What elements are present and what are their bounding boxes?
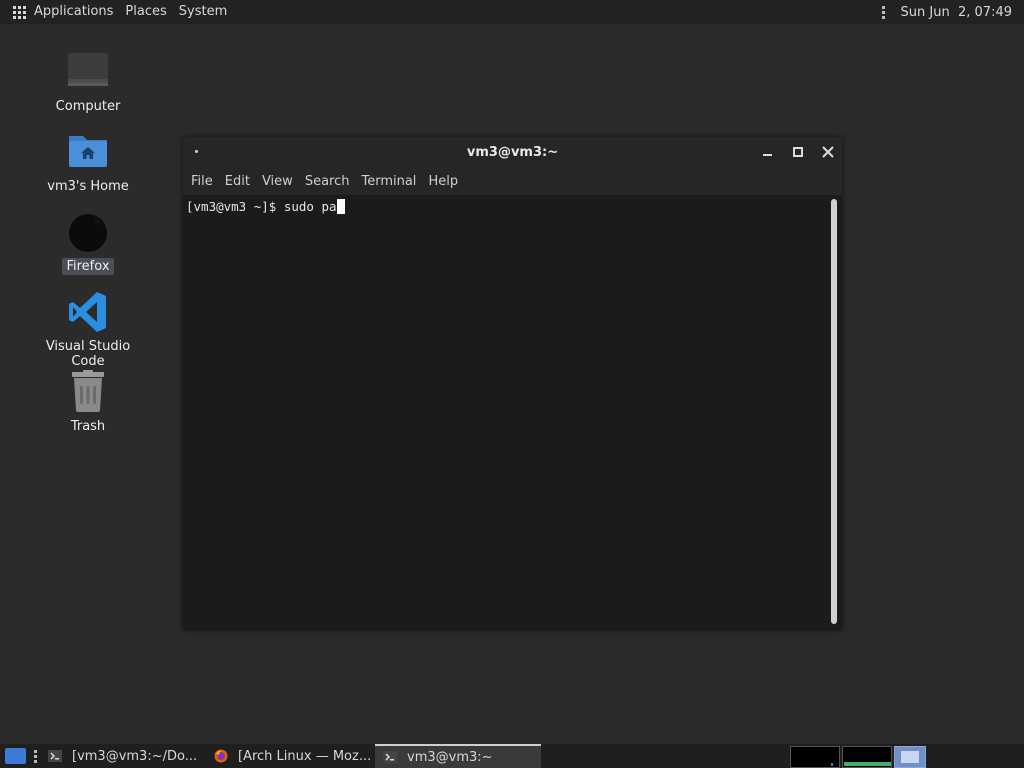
desktop-icon-label: Trash <box>70 419 106 434</box>
top-panel-right: Sun Jun 2, 07:49 <box>881 0 1012 24</box>
desktop-icon-label: vm3's Home <box>47 179 129 194</box>
panel-menu-icon[interactable] <box>881 5 885 19</box>
taskbar-item-firefox[interactable]: [Arch Linux — Moz... <box>214 744 372 768</box>
taskbar-item-label: [Arch Linux — Moz... <box>238 748 372 764</box>
taskbar-item-terminal-documents[interactable]: [vm3@vm3:~/Do... <box>48 744 208 768</box>
workspace-switcher-active[interactable] <box>894 746 926 768</box>
menu-view[interactable]: View <box>256 174 299 189</box>
desktop-icon-firefox[interactable]: Firefox <box>33 210 143 275</box>
terminal-output[interactable]: [vm3@vm3 ~]$ sudo pa <box>183 195 842 630</box>
terminal-icon <box>48 750 62 762</box>
places-menu[interactable]: Places <box>119 0 172 24</box>
terminal-window[interactable]: vm3@vm3:~ File Edit View Search Terminal… <box>183 137 842 630</box>
desktop-icon-home[interactable]: vm3's Home <box>33 130 143 195</box>
top-panel: Applications Places System Sun Jun 2, 07… <box>0 0 1024 24</box>
clock[interactable]: Sun Jun 2, 07:49 <box>901 5 1012 20</box>
window-menu-icon[interactable] <box>195 150 198 153</box>
menu-terminal[interactable]: Terminal <box>355 174 422 189</box>
close-icon[interactable] <box>820 144 836 160</box>
taskbar-item-label: vm3@vm3:~ <box>407 749 493 765</box>
minimize-icon[interactable] <box>760 144 776 160</box>
maximize-icon[interactable] <box>790 144 806 160</box>
desktop-icon-trash[interactable]: Trash <box>33 370 143 435</box>
desktop-icon-vscode[interactable]: Visual Studio Code <box>33 290 143 370</box>
terminal-scrollbar[interactable] <box>831 199 837 624</box>
applications-label[interactable]: Applications <box>28 0 119 24</box>
firefox-icon <box>66 210 110 254</box>
desktop-icon-label: Firefox <box>62 258 114 275</box>
computer-icon <box>66 50 110 94</box>
menu-file[interactable]: File <box>185 174 219 189</box>
prompt-text: [vm3@vm3 ~]$ sudo pa <box>186 199 337 214</box>
menu-edit[interactable]: Edit <box>219 174 256 189</box>
desktop-icon-label: Visual Studio Code <box>45 339 131 369</box>
applications-menu[interactable]: Applications <box>0 0 119 24</box>
taskbar-item-terminal-active[interactable]: vm3@vm3:~ <box>375 744 541 768</box>
workspace-2[interactable] <box>842 746 892 768</box>
vscode-icon <box>66 290 110 334</box>
taskbar-item-label: [vm3@vm3:~/Do... <box>72 748 198 764</box>
firefox-icon <box>214 749 228 763</box>
desktop-icon-label: Computer <box>55 99 121 114</box>
system-menu[interactable]: System <box>173 0 233 24</box>
bottom-panel: [vm3@vm3:~/Do... [Arch Linux — Moz... vm… <box>0 744 1024 768</box>
workspace-1[interactable] <box>790 746 840 768</box>
window-title: vm3@vm3:~ <box>466 144 559 160</box>
panel-handle-icon[interactable] <box>34 750 37 763</box>
window-titlebar[interactable]: vm3@vm3:~ <box>183 137 842 167</box>
terminal-prompt-line: [vm3@vm3 ~]$ sudo pa <box>186 199 345 214</box>
terminal-menubar: File Edit View Search Terminal Help <box>183 167 842 195</box>
text-cursor <box>336 199 345 214</box>
home-folder-icon <box>66 130 110 174</box>
apps-grid-icon <box>13 5 26 19</box>
show-desktop-button[interactable] <box>5 748 26 764</box>
trash-icon <box>66 370 110 414</box>
terminal-icon <box>383 751 397 763</box>
menu-search[interactable]: Search <box>299 174 356 189</box>
desktop-icon-computer[interactable]: Computer <box>33 50 143 115</box>
menu-help[interactable]: Help <box>422 174 464 189</box>
